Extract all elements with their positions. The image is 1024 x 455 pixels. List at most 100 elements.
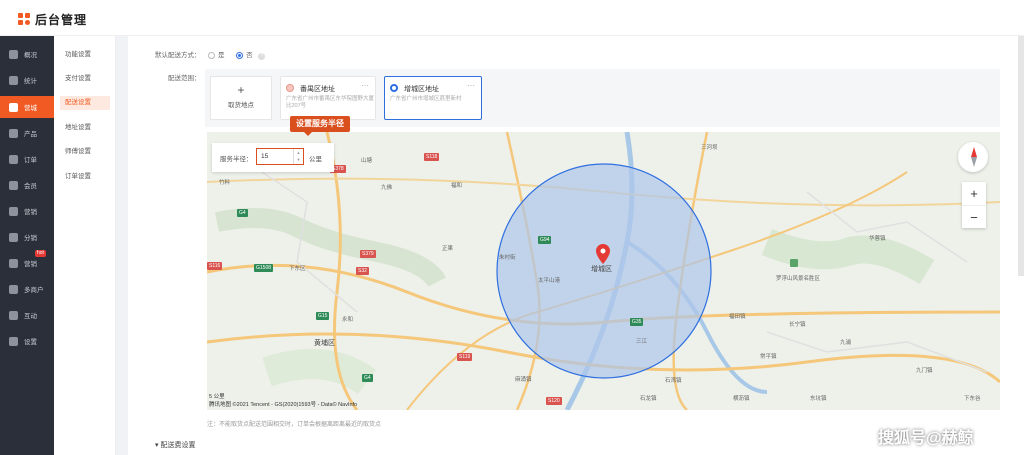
bar-chart-icon (9, 75, 18, 85)
road-tag: G15 (316, 312, 330, 320)
help-icon[interactable]: ? (258, 53, 266, 60)
sidebar-item-label: 设置 (24, 339, 37, 346)
sidebar-item-label: 统计 (24, 78, 37, 85)
grid-icon (9, 284, 18, 294)
map-place: 横沥镇 (733, 396, 750, 402)
road-tag: S118 (424, 153, 440, 161)
road-tag: S119 (457, 353, 473, 361)
sidebar-item-store[interactable]: 营城 (0, 96, 54, 118)
sidebar-item-settings[interactable]: 设置 (0, 330, 54, 352)
road-tag: G4 (237, 209, 248, 217)
delivery-fee-section[interactable]: ▾ 配送费设置 (155, 440, 195, 450)
scrollbar[interactable] (1018, 36, 1024, 276)
gift-icon (9, 206, 18, 216)
map-place: 常平镇 (760, 354, 777, 360)
map-scale: 5 公里 (209, 394, 225, 400)
service-radius-control: 服务半径： ▲▼ 公里 (212, 143, 334, 172)
map-attribution: 5 公里 腾讯地图 ©2021 Tencent - GS(2020)1593号 … (209, 394, 358, 408)
sidebar-item-stats[interactable]: 统计 (0, 69, 54, 91)
sidebar-item-marketing[interactable]: 营销 (0, 200, 54, 222)
sidebar-item-label: 分销 (24, 235, 37, 242)
zoom-control: + − (962, 182, 986, 228)
map-place: 下东谷 (964, 396, 981, 402)
pickup-card-title: 番禺区地址 (300, 86, 335, 93)
sidebar-item-members[interactable]: 会员 (0, 174, 54, 196)
radio-yes[interactable] (208, 51, 215, 59)
road-tag: S32 (356, 267, 369, 275)
pickup-card-address: 广东省广州市增城区荔里新村 (390, 96, 462, 102)
road-tag: S116 (207, 262, 223, 270)
more-icon[interactable]: ··· (467, 81, 475, 90)
app-logo[interactable]: 后台管理 (18, 11, 87, 28)
map-place: 竹料 (219, 180, 231, 186)
unselected-radio-icon[interactable] (286, 84, 294, 92)
radio-yes-label: 是 (218, 52, 225, 59)
sidebar-item-label: 会员 (24, 183, 37, 190)
logo-icon (18, 13, 31, 26)
sub-navigation: 功能设置 支付设置 配送设置 地址设置 师傅设置 订单设置 (54, 36, 116, 455)
set-radius-tooltip: 设置服务半径 (290, 116, 350, 136)
default-delivery-options: 是 否 ? (208, 49, 266, 60)
road-tag: G35 (630, 318, 644, 326)
gear-icon (9, 336, 18, 346)
shop-icon (9, 102, 18, 112)
plus-icon: + (237, 83, 245, 97)
map-place: 华蓉镇 (869, 236, 886, 242)
subnav-order-settings[interactable]: 订单设置 (60, 170, 110, 184)
chevron-up-icon[interactable]: ▲ (294, 149, 303, 156)
add-pickup-point-label: 取货地点 (228, 102, 254, 109)
map-label-center: 增城区 (591, 266, 612, 273)
users-icon (9, 310, 18, 320)
sidebar-item-multi-merchant[interactable]: 多商户 (0, 278, 54, 300)
sidebar-item-products[interactable]: 产品 (0, 122, 54, 144)
map-place: 正果 (442, 246, 454, 252)
range-label: 配送范围： (168, 75, 201, 82)
road-tag: G4 (362, 374, 373, 382)
map-place: 山塘 (361, 158, 373, 164)
sidebar-item-label: 营销 (24, 209, 37, 216)
sidebar-item-orders[interactable]: 订单 (0, 148, 54, 170)
map-place: 黄埔区 (314, 340, 335, 347)
chevron-down-icon[interactable]: ▼ (294, 156, 303, 163)
pickup-card-panyu[interactable]: 番禺区地址 ··· 广东省广州市番禺区东华院图野大厦比207号 (280, 76, 376, 120)
watermark: 搜狐号@赫鲸 (878, 430, 974, 447)
subnav-function-settings[interactable]: 功能设置 (60, 48, 110, 62)
selected-radio-icon[interactable] (390, 84, 398, 92)
compass-icon[interactable] (958, 142, 988, 172)
add-pickup-point-button[interactable]: + 取货地点 (210, 76, 272, 120)
zoom-in-button[interactable]: + (962, 182, 986, 205)
sidebar-item-label: 订单 (24, 157, 37, 164)
map-place: 三河坝 (701, 145, 718, 151)
sidebar-item-label: 产品 (24, 131, 37, 138)
more-icon[interactable]: ··· (361, 81, 369, 90)
sidebar-item-promotion[interactable]: 营销 hot (0, 250, 54, 274)
map-place: 太平山港 (538, 278, 561, 284)
radio-no[interactable] (236, 51, 244, 59)
map-place: 麻涌镇 (515, 377, 532, 383)
app-title: 后台管理 (35, 13, 88, 27)
map-place: 九浦 (840, 340, 852, 346)
pickup-card-zengcheng[interactable]: 增城区地址 ··· 广东省广州市增城区荔里新村 (384, 76, 482, 120)
subnav-address-settings[interactable]: 地址设置 (60, 121, 110, 135)
map-place: 长宁镇 (789, 322, 806, 328)
road-tag: S120 (546, 397, 562, 405)
map-place: 三江 (636, 339, 648, 345)
list-icon (9, 154, 18, 164)
subnav-delivery-settings[interactable]: 配送设置 (60, 96, 110, 110)
subnav-technician-settings[interactable]: 师傅设置 (60, 145, 110, 159)
zoom-out-button[interactable]: − (962, 205, 986, 228)
map-copyright: 腾讯地图 ©2021 Tencent - GS(2020)1593号 - Dat… (209, 402, 358, 408)
pickup-card-title: 增城区地址 (404, 86, 439, 93)
subnav-payment-settings[interactable]: 支付设置 (60, 72, 110, 86)
sidebar-item-label: 营城 (24, 105, 37, 112)
sidebar: 概况 统计 营城 产品 订单 会员 营销 分销 营销 hot 多商户 互动 设置 (0, 36, 54, 455)
radius-stepper[interactable]: ▲ ▼ (293, 149, 303, 164)
sidebar-item-overview[interactable]: 概况 (0, 43, 54, 65)
map-place: 东坑镇 (810, 396, 827, 402)
radio-no-label: 否 (246, 52, 253, 59)
map-place: 永和 (342, 317, 354, 323)
sidebar-item-interaction[interactable]: 互动 (0, 304, 54, 326)
sidebar-item-distribution[interactable]: 分销 (0, 226, 54, 248)
default-delivery-label: 默认配送方式： (155, 52, 201, 59)
service-radius-unit: 公里 (309, 156, 322, 163)
